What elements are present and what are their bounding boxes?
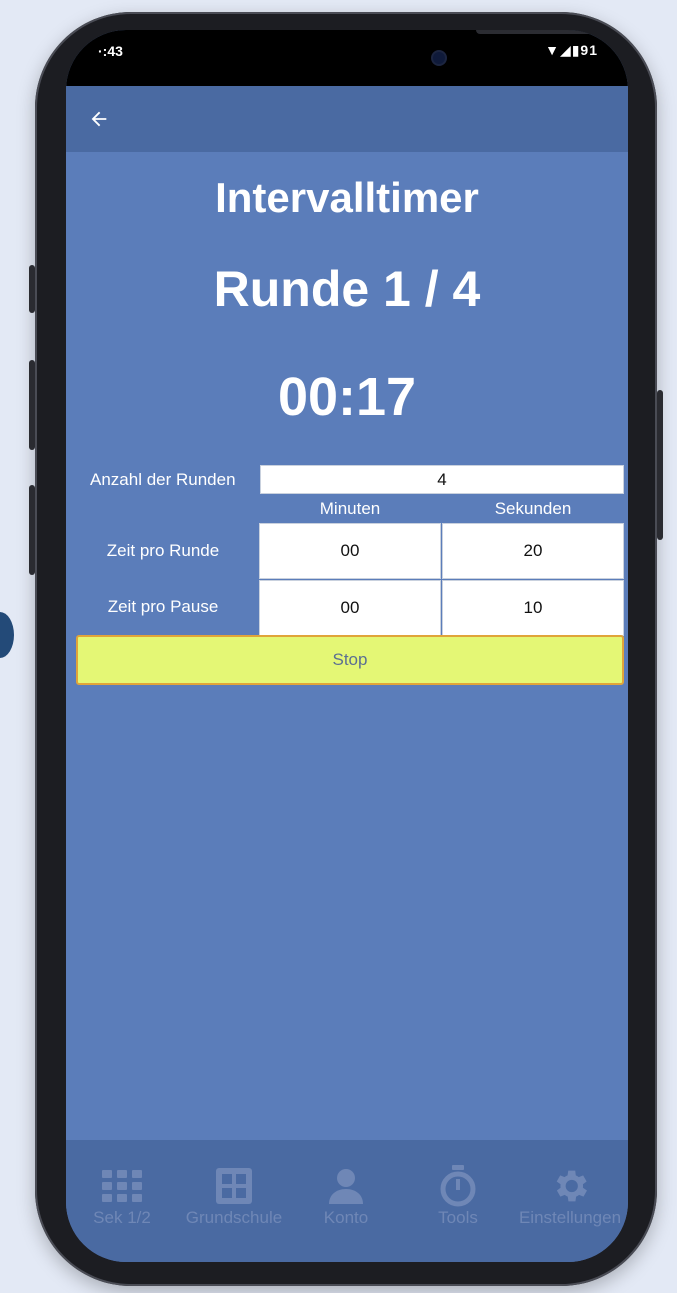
nav-label-konto: Konto (323, 1208, 369, 1227)
round-counter: Runde 1 / 4 (213, 261, 481, 317)
pause-seconds-input[interactable]: 10 (442, 580, 624, 636)
person-icon (329, 1169, 363, 1204)
pause-minutes-input[interactable]: 00 (259, 580, 441, 636)
nav-label-einstellungen: Einstellungen (518, 1208, 622, 1227)
status-time: ·:43 (98, 43, 123, 59)
work-seconds-input[interactable]: 20 (442, 523, 624, 579)
nav-item-tools[interactable]: Tools (402, 1164, 514, 1228)
nav-item-konto[interactable]: Konto (290, 1164, 402, 1228)
power-button (657, 390, 663, 540)
app-bar (66, 86, 628, 152)
status-icons: ▼◢▮91 (545, 42, 598, 58)
app-screen: ·:43 ▼◢▮91 Intervalltimer Runde 1 / 4 00… (66, 30, 628, 1262)
decorative-blob (0, 612, 14, 658)
speaker-grille (476, 30, 596, 34)
table-icon (216, 1168, 252, 1204)
notch (241, 30, 596, 92)
back-button[interactable] (82, 102, 116, 136)
rounds-input[interactable]: 4 (260, 465, 624, 494)
page-title: Intervalltimer (215, 174, 479, 221)
stopwatch-icon (440, 1165, 476, 1207)
pause-time-label: Zeit pro Pause (107, 597, 219, 616)
side-key (29, 485, 35, 575)
rounds-label: Anzahl der Runden (90, 470, 236, 489)
minutes-column-header: Minuten (319, 499, 381, 518)
bottom-navigation: Sek 1/2 Grundschule Konto Tools Einstell… (66, 1140, 628, 1262)
nav-label-tools: Tools (438, 1208, 478, 1227)
nav-item-grundschule[interactable]: Grundschule (178, 1164, 290, 1228)
nav-label-sek: Sek 1/2 (93, 1208, 151, 1227)
countdown-display: 00:17 (277, 367, 417, 427)
grid-icon (102, 1170, 142, 1202)
arrow-left-icon (91, 111, 107, 127)
volume-up-button (29, 265, 35, 313)
nav-item-einstellungen[interactable]: Einstellungen (514, 1164, 626, 1228)
nav-label-grundschule: Grundschule (185, 1208, 283, 1227)
nav-item-sek[interactable]: Sek 1/2 (66, 1164, 178, 1228)
camera-icon (433, 52, 445, 64)
work-minutes-input[interactable]: 00 (259, 523, 441, 579)
stop-button[interactable]: Stop (76, 635, 624, 685)
gear-icon (556, 1170, 587, 1202)
volume-down-button (29, 360, 35, 450)
work-time-label: Zeit pro Runde (106, 541, 220, 560)
seconds-column-header: Sekunden (494, 499, 572, 518)
